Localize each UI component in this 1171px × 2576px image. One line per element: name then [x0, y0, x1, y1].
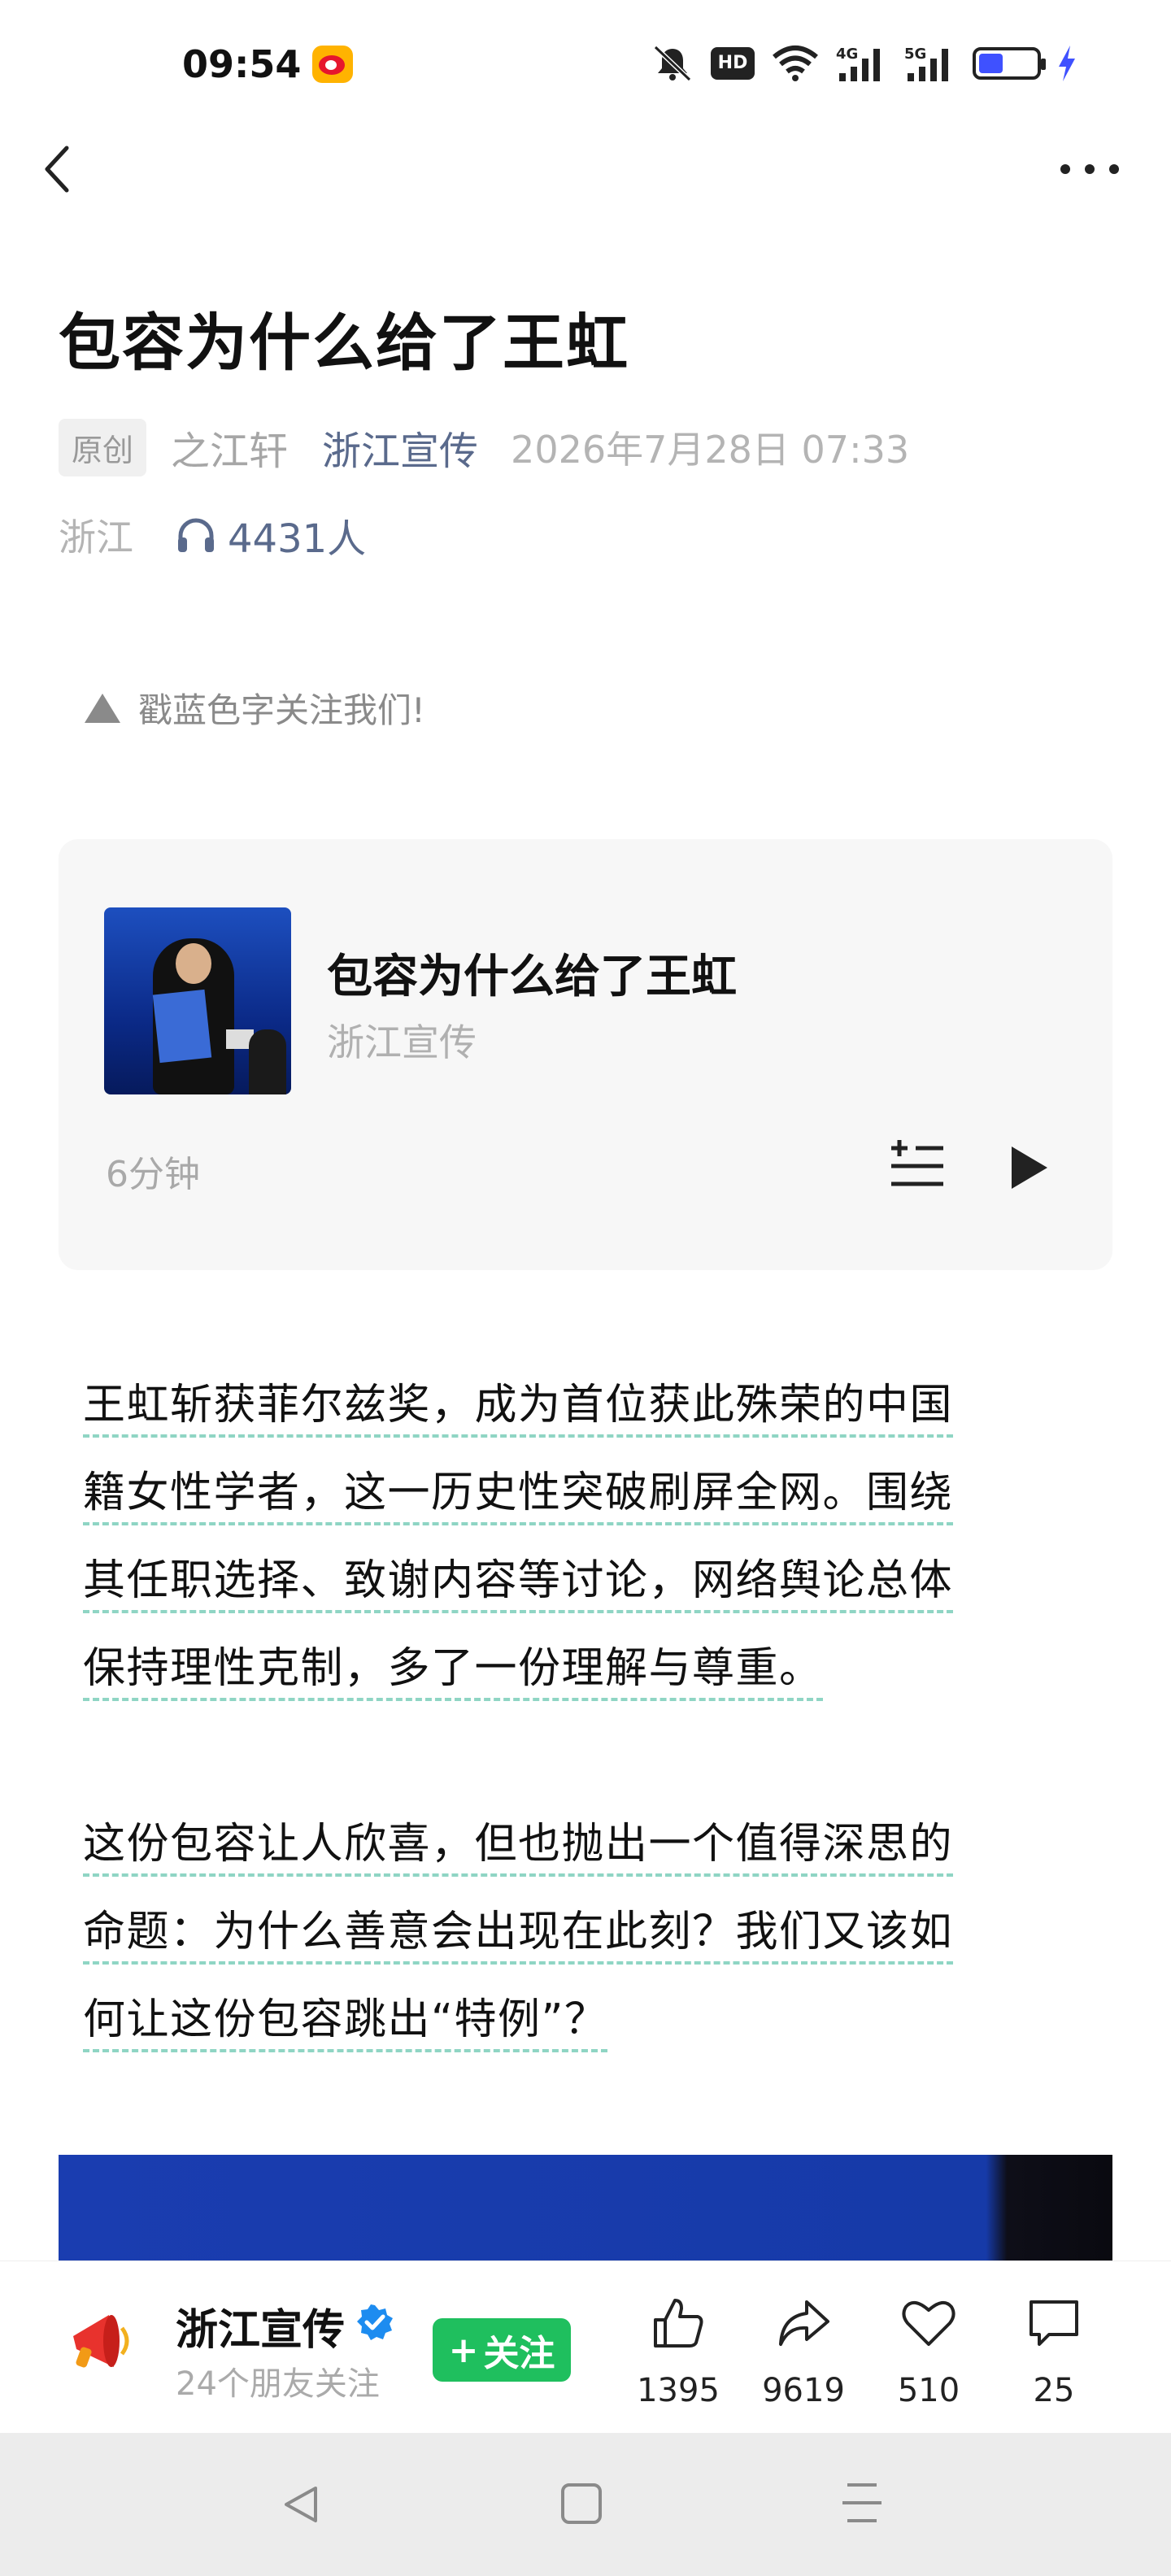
- weibo-notification-icon: [312, 46, 353, 83]
- thumbs-up-icon: [654, 2299, 703, 2348]
- audio-duration: 6分钟: [106, 1154, 200, 1195]
- favorite-count: 510: [897, 2372, 960, 2409]
- follow-label: 关注: [483, 2333, 555, 2374]
- publish-datetime: 2026年7月28日 07:33: [511, 428, 910, 472]
- comment-button[interactable]: 25: [1005, 2294, 1103, 2409]
- battery-icon: [973, 47, 1046, 80]
- more-dots-icon[interactable]: [1060, 159, 1119, 179]
- like-button[interactable]: 1395: [629, 2294, 727, 2409]
- article-meta-2: 浙江 4431人: [59, 504, 366, 566]
- audio-card[interactable]: 包容为什么给了王虹 浙江宣传 6分钟: [59, 839, 1112, 1270]
- heart-icon: [902, 2300, 956, 2346]
- system-recents-icon[interactable]: [838, 2477, 886, 2529]
- listener-count[interactable]: 4431人: [228, 507, 366, 564]
- triangle-up-icon: [85, 693, 120, 723]
- follow-hint: 戳蓝色字关注我们!: [85, 683, 425, 733]
- status-time: 09:54: [182, 42, 302, 86]
- like-count: 1395: [637, 2372, 720, 2409]
- verified-badge-icon: [356, 2304, 394, 2341]
- 4g-signal-icon: 4G: [836, 44, 888, 83]
- system-home-icon[interactable]: [561, 2483, 602, 2524]
- play-icon[interactable]: [1008, 1143, 1051, 1192]
- account-link[interactable]: 浙江宣传: [322, 419, 478, 476]
- bottom-action-bar: 浙江宣传 24个朋友关注 + 关注 1395 9619 510 25: [0, 2261, 1171, 2433]
- add-to-playlist-icon[interactable]: [888, 1140, 947, 1192]
- article-paragraph-1: 王虹斩获菲尔兹奖，成为首位获此殊荣的中国 籍女性学者，这一历史性突破刷屏全网。围…: [83, 1361, 1108, 1712]
- share-count: 9619: [762, 2372, 845, 2409]
- hd-icon: HD: [711, 47, 755, 80]
- svg-text:5G: 5G: [904, 46, 926, 63]
- hint-text: 戳蓝色字关注我们!: [138, 690, 425, 730]
- chevron-left-icon[interactable]: [39, 143, 75, 195]
- paragraph-line: 王虹斩获菲尔兹奖，成为首位获此殊荣的中国: [83, 1381, 954, 1438]
- original-badge: 原创: [59, 418, 147, 476]
- paragraph-line: 籍女性学者，这一历史性突破刷屏全网。围绕: [83, 1469, 954, 1525]
- account-name[interactable]: 浙江宣传: [176, 2295, 345, 2356]
- mute-icon: [651, 44, 694, 83]
- svg-text:4G: 4G: [836, 46, 858, 63]
- 5g-signal-icon: 5G: [904, 44, 956, 83]
- charging-bolt-icon: [1057, 46, 1077, 81]
- page-title: 包容为什么给了王虹: [59, 307, 629, 379]
- favorite-button[interactable]: 510: [880, 2294, 977, 2409]
- paragraph-line: 命题：为什么善意会出现在此刻？我们又该如: [83, 1908, 954, 1965]
- paragraph-line: 保持理性克制，多了一份理解与尊重。: [83, 1644, 823, 1701]
- headphone-icon: [176, 516, 216, 554]
- article-image[interactable]: [59, 2155, 1112, 2261]
- author-name: 之江轩: [171, 429, 289, 474]
- paragraph-line: 这份包容让人欣喜，但也抛出一个值得深思的: [83, 1820, 954, 1877]
- comment-bubble-icon: [1030, 2300, 1078, 2346]
- audio-source: 浙江宣传: [327, 1020, 477, 1064]
- region-label: 浙江: [59, 516, 133, 559]
- account-avatar-megaphone-icon[interactable]: [65, 2304, 140, 2378]
- wifi-icon: [771, 44, 820, 83]
- system-back-icon[interactable]: [280, 2483, 322, 2526]
- status-icons: HD 4G 5G: [651, 42, 1077, 85]
- friends-follow-count: 24个朋友关注: [176, 2365, 380, 2403]
- comment-count: 25: [1033, 2372, 1075, 2409]
- article-paragraph-2: 这份包容让人欣喜，但也抛出一个值得深思的 命题：为什么善意会出现在此刻？我们又该…: [83, 1800, 1108, 2064]
- system-navigation-bar: [0, 2433, 1171, 2576]
- audio-cover-image: [104, 907, 291, 1094]
- share-arrow-icon: [779, 2300, 829, 2346]
- audio-title: 包容为什么给了王虹: [327, 951, 737, 1003]
- status-bar: 09:54 HD 4G 5G: [0, 0, 1171, 130]
- plus-icon: +: [448, 2329, 479, 2371]
- follow-button[interactable]: + 关注: [433, 2318, 571, 2382]
- article-meta: 原创 之江轩 浙江宣传 2026年7月28日 07:33: [59, 416, 909, 478]
- share-button[interactable]: 9619: [755, 2294, 852, 2409]
- paragraph-line: 其任职选择、致谢内容等讨论，网络舆论总体: [83, 1556, 954, 1613]
- paragraph-line: 何让这份包容跳出“特例”？: [83, 1995, 608, 2052]
